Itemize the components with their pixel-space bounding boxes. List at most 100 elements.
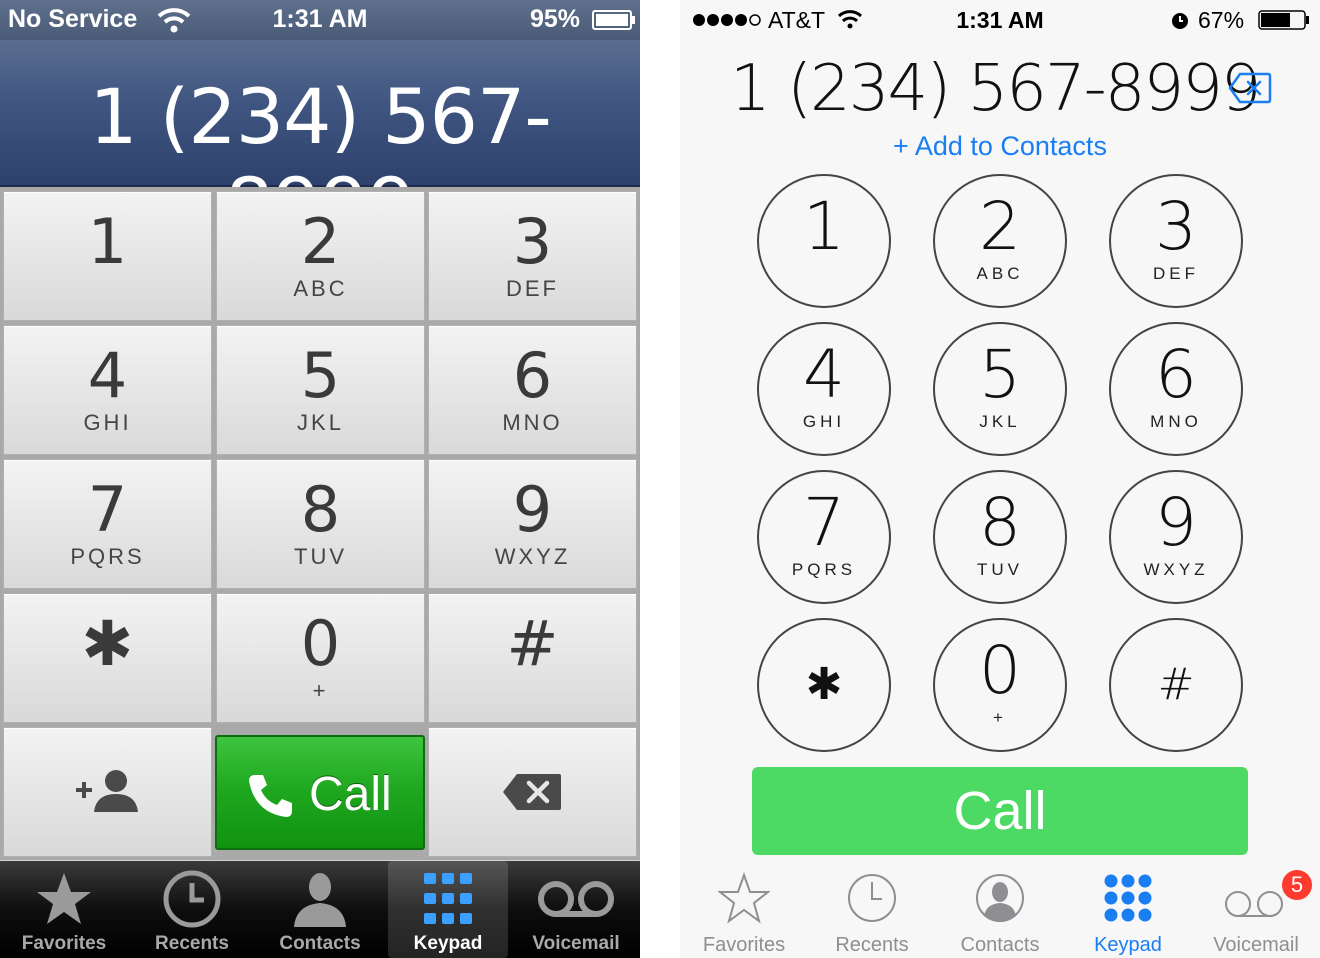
tab-keypad[interactable]: Keypad <box>1064 868 1192 958</box>
battery-percent: 67% <box>1198 7 1245 33</box>
contact-circle-icon <box>976 874 1024 922</box>
key-digit: 5 <box>300 339 341 412</box>
key-5[interactable]: 5 JKL <box>933 322 1067 456</box>
key-digit: 2 <box>979 188 1021 265</box>
tab-label: Contacts <box>279 933 361 954</box>
key-letters: PQRS <box>791 560 857 579</box>
tab-keypad[interactable]: Keypad <box>388 861 508 958</box>
key-letters: DEF <box>506 276 559 301</box>
divider <box>640 0 680 958</box>
tab-recents[interactable]: Recents <box>808 868 936 958</box>
tab-voicemail[interactable]: Voicemail <box>512 861 640 958</box>
key-digit: 3 <box>512 205 553 278</box>
backspace-icon <box>503 774 561 810</box>
key-digit: ✱ <box>81 607 134 680</box>
tab-label: Keypad <box>1094 934 1162 956</box>
key-digit: 6 <box>1155 336 1197 413</box>
voicemail-badge: 5 <box>1280 868 1314 902</box>
key-letters: MNO <box>502 410 563 435</box>
key-6[interactable]: 6 MNO <box>1109 322 1243 456</box>
tab-favorites[interactable]: Favorites <box>0 861 128 958</box>
tab-contacts[interactable]: Contacts <box>256 861 384 958</box>
tab-contacts[interactable]: Contacts <box>936 868 1064 958</box>
tab-label: Recents <box>835 934 909 956</box>
add-contact-icon <box>76 770 138 812</box>
key-letters: JKL <box>297 410 344 435</box>
key-digit: 4 <box>87 339 128 412</box>
key-3[interactable]: 3 DEF <box>1109 174 1243 308</box>
keypad-icon <box>424 873 472 924</box>
key-9[interactable]: 9 WXYZ <box>428 459 637 589</box>
key-9[interactable]: 9 WXYZ <box>1109 470 1243 604</box>
delete-button[interactable] <box>1228 72 1272 104</box>
call-button[interactable]: Call <box>215 735 425 850</box>
key-digit: 9 <box>1155 484 1197 561</box>
tab-label: Keypad <box>413 933 483 954</box>
key-hash[interactable]: # <box>1109 618 1243 752</box>
add-to-contacts-link[interactable]: + Add to Contacts <box>680 131 1320 162</box>
voicemail-icon <box>538 881 614 917</box>
key-digit: 5 <box>979 336 1021 413</box>
key-digit: 1 <box>87 205 128 278</box>
tab-label: Voicemail <box>1213 934 1299 956</box>
key-0[interactable]: 0 + <box>216 593 425 723</box>
ios6-dialer: No Service 1:31 AM 95% 1 (234) 567-8999 … <box>0 0 640 958</box>
clock-icon <box>163 870 221 928</box>
key-letters: WXYZ <box>1143 560 1209 579</box>
key-hash[interactable]: # <box>428 593 637 723</box>
key-5[interactable]: 5 JKL <box>216 325 425 455</box>
key-7[interactable]: 7 PQRS <box>757 470 891 604</box>
key-letters: ABC <box>976 264 1024 283</box>
key-4[interactable]: 4 GHI <box>3 325 212 455</box>
key-3[interactable]: 3 DEF <box>428 191 637 321</box>
key-letters: JKL <box>979 412 1021 431</box>
tab-recents[interactable]: Recents <box>128 861 256 958</box>
key-2[interactable]: 2 ABC <box>216 191 425 321</box>
key-digit: # <box>506 607 559 680</box>
star-outline-icon <box>718 872 770 924</box>
key-letters: WXYZ <box>494 544 571 569</box>
key-8[interactable]: 8 TUV <box>933 470 1067 604</box>
key-6[interactable]: 6 MNO <box>428 325 637 455</box>
key-digit: 2 <box>300 205 341 278</box>
tab-voicemail[interactable]: 5 Voicemail <box>1192 868 1320 958</box>
person-icon <box>294 873 346 927</box>
key-letters: ABC <box>293 276 348 301</box>
key-4[interactable]: 4 GHI <box>757 322 891 456</box>
key-digit: 6 <box>512 339 553 412</box>
star-icon <box>37 873 91 924</box>
key-digit: 8 <box>300 473 341 546</box>
ios7-dialer: AT&T 1:31 AM 67% 1 (234) 567-8999 + Add … <box>680 0 1320 958</box>
key-letters: + <box>312 678 329 703</box>
key-digit: 0 <box>300 607 341 680</box>
tab-label: Recents <box>155 933 229 954</box>
tab-favorites[interactable]: Favorites <box>680 868 808 958</box>
key-letters: GHI <box>83 410 132 435</box>
battery-icon <box>592 10 635 30</box>
call-button[interactable]: Call <box>752 767 1248 855</box>
key-digit: 7 <box>803 484 845 561</box>
tab-label: Favorites <box>702 934 786 956</box>
key-letters: MNO <box>1150 412 1202 431</box>
key-0[interactable]: 0 + <box>933 618 1067 752</box>
delete-button[interactable] <box>428 727 637 857</box>
key-1[interactable]: 1 <box>3 191 212 321</box>
alarm-icon <box>1172 13 1188 29</box>
clock-outline-icon <box>848 874 896 922</box>
tab-label: Voicemail <box>532 933 620 954</box>
add-contact-button[interactable] <box>3 727 212 857</box>
tab-bar: Favorites Recents Contacts Keypad Voicem… <box>0 861 640 958</box>
key-1[interactable]: 1 <box>757 174 891 308</box>
key-digit: 7 <box>87 473 128 546</box>
key-star[interactable]: ✱ <box>3 593 212 723</box>
key-star[interactable]: ✱ <box>757 618 891 752</box>
key-7[interactable]: 7 PQRS <box>3 459 212 589</box>
status-bar: AT&T 1:31 AM 67% <box>680 0 1320 40</box>
key-8[interactable]: 8 TUV <box>216 459 425 589</box>
key-letters: DEF <box>1153 264 1199 283</box>
key-digit: 3 <box>1155 188 1197 265</box>
status-bar: No Service 1:31 AM 95% <box>0 0 640 40</box>
key-2[interactable]: 2 ABC <box>933 174 1067 308</box>
key-digit: 9 <box>512 473 553 546</box>
battery-icon <box>1258 10 1309 30</box>
